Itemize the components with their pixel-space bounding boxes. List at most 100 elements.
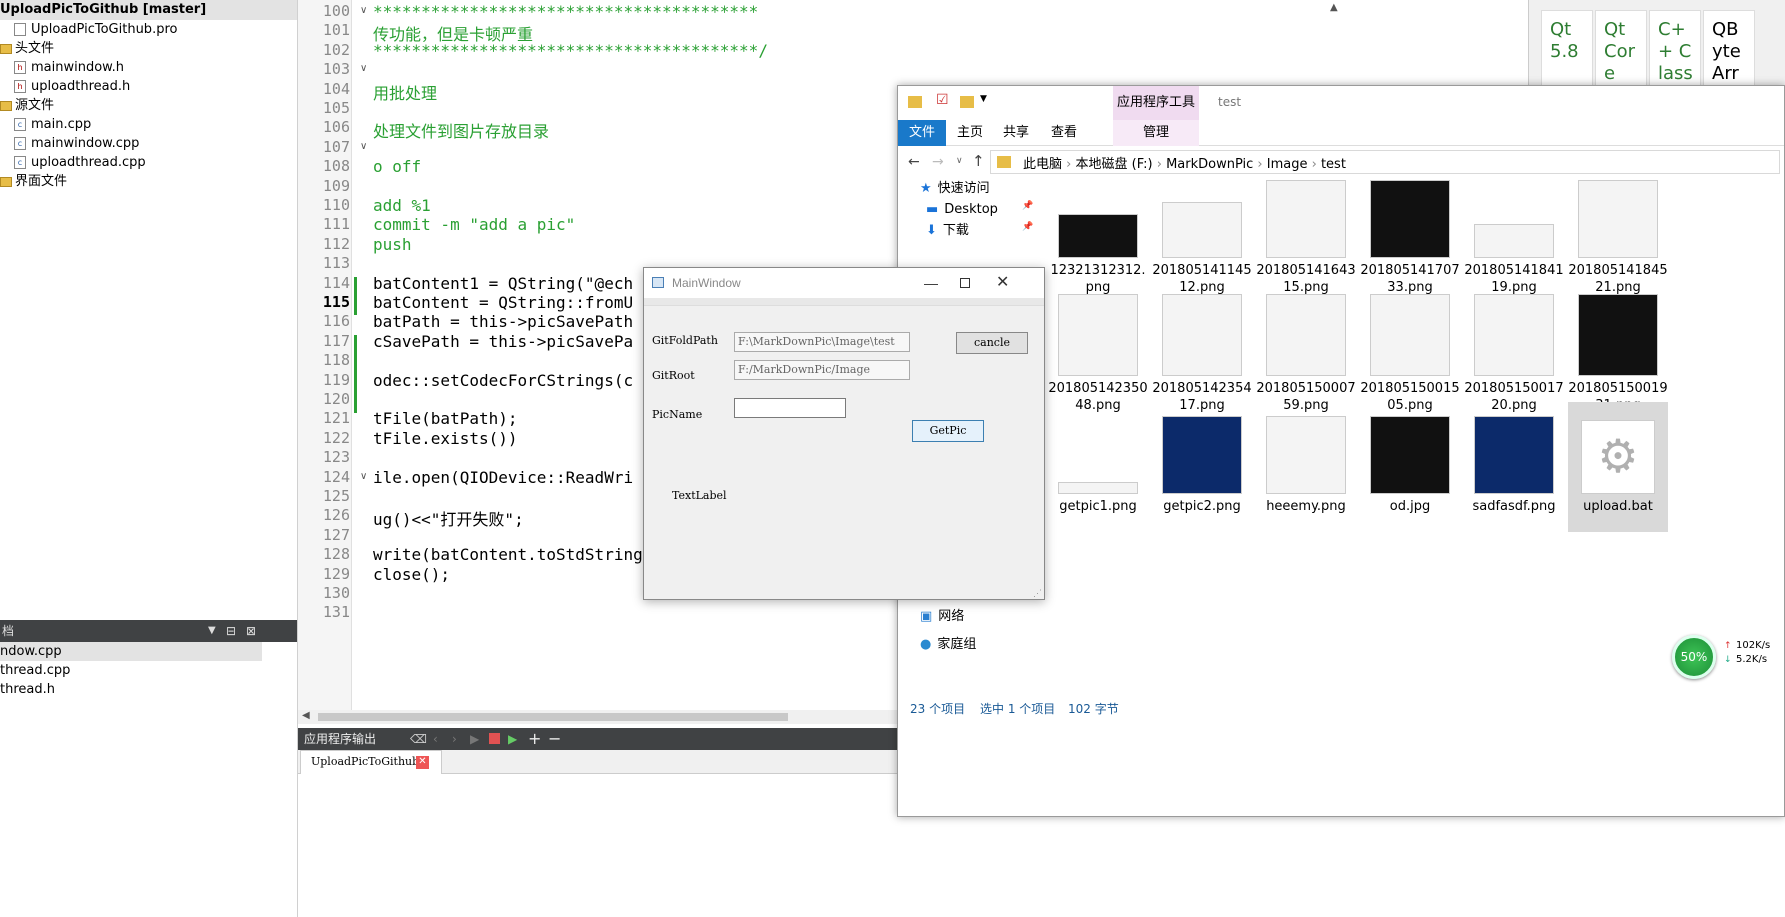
recent-dropdown-icon[interactable]: ∨ <box>956 156 963 166</box>
fold-marker-icon[interactable]: ∨ <box>360 141 367 152</box>
file-thumbnail[interactable]: 20180514170733.png <box>1360 166 1460 296</box>
nav-item[interactable]: ● 家庭组 <box>898 634 1038 656</box>
file-thumbnail[interactable]: od.jpg <box>1360 402 1460 532</box>
editor-hscrollbar[interactable]: ◀ <box>298 710 898 724</box>
new-folder-icon[interactable] <box>960 96 974 108</box>
maximize-icon[interactable] <box>960 278 970 288</box>
editor-vscroll-up-icon[interactable]: ▲ <box>1330 2 1338 13</box>
nav-item[interactable]: ★ 快速访问 <box>898 178 1038 200</box>
tab-manage[interactable]: 管理 <box>1113 120 1199 146</box>
tree-item[interactable]: c main.cpp <box>0 115 297 134</box>
nav-up-icon[interactable]: ↑ <box>972 152 985 170</box>
getpic-button[interactable]: GetPic <box>912 420 984 442</box>
nav-back-icon[interactable]: ← <box>908 154 920 170</box>
nav-item[interactable]: ▣ 网络 <box>898 606 1038 628</box>
project-root[interactable]: UploadPicToGithub [master] <box>0 0 297 20</box>
stop-icon[interactable] <box>489 733 500 744</box>
close-pane-icon[interactable]: ⊠ <box>246 620 256 642</box>
line-number: 106 <box>322 118 350 137</box>
minimize-icon[interactable]: — <box>924 268 938 298</box>
upload-arrow-icon: ↑ <box>1724 641 1732 651</box>
tree-item[interactable]: UploadPicToGithub.pro <box>0 20 297 39</box>
file-thumbnail[interactable]: 20180515001505.png <box>1360 284 1460 414</box>
line-number: 129 <box>322 564 350 583</box>
image-preview <box>1157 402 1247 494</box>
git-root-input[interactable]: F:/MarkDownPic/Image <box>734 360 910 380</box>
dropdown-icon[interactable]: ▼ <box>208 620 216 642</box>
file-thumbnail[interactable]: ⚙ upload.bat <box>1568 402 1668 532</box>
tree-item-label: main.cpp <box>31 117 92 132</box>
open-document-item[interactable]: ndow.cpp <box>0 642 262 661</box>
output-tab[interactable]: UploadPicToGithub ✕ <box>300 750 442 774</box>
run-icon[interactable]: ▶ <box>470 728 479 750</box>
tree-item[interactable]: c mainwindow.cpp <box>0 134 297 153</box>
pin-icon[interactable]: 📌 <box>1022 201 1033 211</box>
pin-icon[interactable]: 📌 <box>1022 222 1033 232</box>
pic-name-input[interactable] <box>734 398 846 418</box>
line-number: 117 <box>322 331 350 350</box>
file-thumbnail[interactable]: 20180515001931.png <box>1568 284 1668 414</box>
help-card[interactable]: C++ Classe <box>1649 10 1701 106</box>
help-card[interactable]: QByteArray <box>1703 10 1755 106</box>
tree-item[interactable]: 头文件 <box>0 39 297 58</box>
tree-item[interactable]: 源文件 <box>0 96 297 115</box>
code-line: o off <box>373 157 422 177</box>
git-fold-input[interactable]: F:\MarkDownPic\Image\test <box>734 332 910 352</box>
file-thumbnail[interactable]: 20180515000759.png <box>1256 284 1356 414</box>
tree-item[interactable]: 界面文件 <box>0 172 297 191</box>
prev-icon[interactable]: ‹ <box>433 728 438 750</box>
open-document-item[interactable]: thread.h <box>0 680 262 699</box>
fold-marker-icon[interactable]: ∨ <box>360 471 367 482</box>
file-thumbnail[interactable]: 20180514184521.png <box>1568 166 1668 296</box>
file-thumbnail[interactable]: 20180514184119.png <box>1464 166 1564 296</box>
zoom-out-icon[interactable]: − <box>548 728 561 750</box>
nav-item[interactable]: ▬ Desktop <box>898 199 1038 221</box>
nav-item[interactable]: ⬇ 下载 <box>898 220 1038 242</box>
split-icon[interactable]: ⊟ <box>226 620 236 642</box>
tab-home[interactable]: 主页 <box>950 120 990 146</box>
scroll-thumb[interactable] <box>318 713 788 721</box>
file-thumbnail[interactable]: 20180514235048.png <box>1048 284 1148 414</box>
close-icon[interactable]: ✕ <box>416 756 429 769</box>
code-line: ile.open(QIODevice::ReadWri <box>373 467 634 487</box>
file-thumbnail[interactable]: 12321312312.png <box>1048 166 1148 296</box>
fold-marker-icon[interactable]: ∨ <box>360 63 367 74</box>
tab-file[interactable]: 文件 <box>898 120 946 146</box>
attach-icon[interactable]: ▶ <box>508 728 517 750</box>
tab-view[interactable]: 查看 <box>1044 120 1084 146</box>
tree-item[interactable]: h mainwindow.h <box>0 58 297 77</box>
properties-icon[interactable]: ☑ <box>936 92 949 108</box>
code-line: batContent = QString::fromU <box>373 293 634 312</box>
open-document-item[interactable]: thread.cpp <box>0 661 262 680</box>
zoom-in-icon[interactable]: + <box>528 728 541 750</box>
tree-item[interactable]: c uploadthread.cpp <box>0 153 297 172</box>
file-thumbnail[interactable]: 20180514164315.png <box>1256 166 1356 296</box>
clear-icon[interactable]: ⌫ <box>410 728 427 750</box>
help-card[interactable]: Qt 5.8 <box>1541 10 1593 88</box>
file-thumbnail[interactable]: sadfasdf.png <box>1464 402 1564 532</box>
file-thumbnail[interactable]: 20180514114512.png <box>1152 166 1252 296</box>
network-speed-widget[interactable]: 50% ↑ 102K/s ↓ 5.2K/s <box>1672 635 1785 685</box>
fold-marker-icon[interactable]: ∨ <box>360 5 367 16</box>
header-file-icon: h <box>14 61 26 74</box>
line-number: 108 <box>322 157 350 176</box>
file-thumbnail[interactable]: 20180515001720.png <box>1464 284 1564 414</box>
file-thumbnail[interactable]: 20180514235417.png <box>1152 284 1252 414</box>
cancel-button[interactable]: cancle <box>956 332 1028 354</box>
tab-share[interactable]: 共享 <box>996 120 1036 146</box>
qat-dropdown-icon[interactable]: ▼ <box>980 94 987 104</box>
file-thumbnail[interactable]: getpic2.png <box>1152 402 1252 532</box>
dialog-titlebar: MainWindow — ✕ <box>644 268 1044 298</box>
nav-forward-icon[interactable]: → <box>932 154 944 170</box>
tree-item[interactable]: h uploadthread.h <box>0 77 297 96</box>
line-number: 116 <box>322 312 350 331</box>
resize-grip-icon[interactable]: ⋰ <box>1033 589 1042 599</box>
git-root-label: GitRoot <box>652 369 695 382</box>
help-card[interactable]: Qt Core <box>1595 10 1647 88</box>
close-icon[interactable]: ✕ <box>996 268 1009 298</box>
file-thumbnail[interactable]: getpic1.png <box>1048 402 1148 532</box>
code-line: push <box>373 234 412 254</box>
scroll-left-icon[interactable]: ◀ <box>302 710 310 721</box>
next-icon[interactable]: › <box>452 728 457 750</box>
file-thumbnail[interactable]: heeemy.png <box>1256 402 1356 532</box>
